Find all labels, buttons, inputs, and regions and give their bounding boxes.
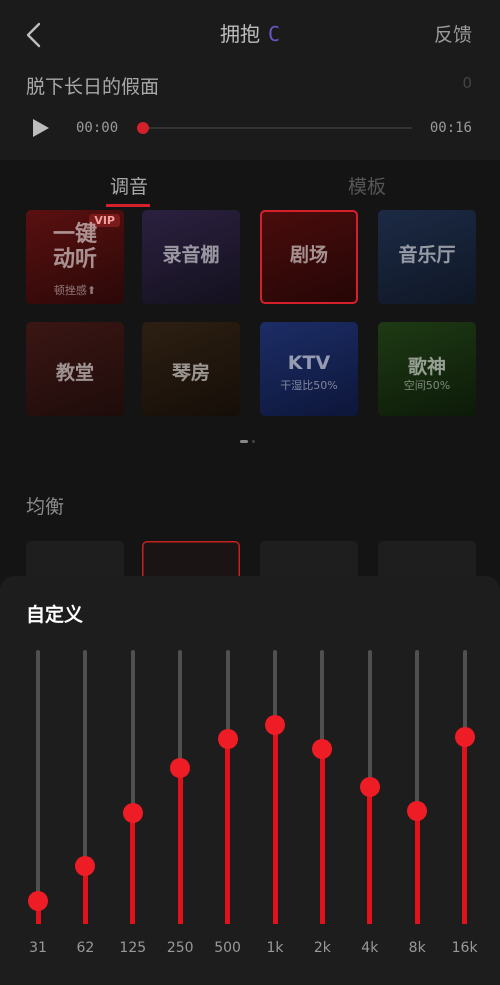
- eq-band-label: 62: [76, 940, 95, 956]
- player-header: 拥抱 C 反馈 脱下长日的假面 0 00:00 00:16: [0, 0, 500, 160]
- title-accent: C: [267, 22, 281, 46]
- effect-label: 音乐厅: [398, 244, 456, 266]
- effect-tile-one-key[interactable]: VIP 一键动听 顿挫感⬆: [26, 210, 124, 304]
- effect-label: 剧场: [289, 244, 328, 266]
- eq-preset[interactable]: [378, 541, 476, 581]
- eq-band-label: 125: [119, 940, 147, 956]
- sheet-title: 自定义: [26, 604, 84, 626]
- eq-slider-knob[interactable]: [407, 800, 428, 821]
- eq-band-label: 2k: [313, 940, 331, 956]
- eq-slider-knob[interactable]: [265, 715, 285, 736]
- eq-slider-knob[interactable]: [359, 777, 380, 797]
- effect-label: 教堂: [55, 362, 94, 384]
- effect-label: 一键动听: [52, 222, 97, 272]
- effect-sublabel: 干湿比50%: [280, 379, 338, 392]
- custom-eq-sheet: 自定义 31 62 125 250 500 1k 2k 4k 8k 16k: [0, 576, 500, 985]
- eq-slider-knob[interactable]: [170, 757, 191, 778]
- current-time: 00:00: [76, 120, 119, 136]
- effect-tile-piano-room[interactable]: 琴房: [142, 322, 240, 416]
- eq-band-label: 1k: [266, 940, 284, 956]
- effect-sublabel: 顿挫感⬆: [53, 284, 97, 297]
- eq-slider-knob[interactable]: [28, 891, 48, 912]
- eq-slider-track[interactable]: [36, 650, 40, 924]
- tab-template[interactable]: 模板: [348, 172, 386, 199]
- eq-slider-knob[interactable]: [454, 727, 475, 748]
- effect-tile-church[interactable]: 教堂: [26, 322, 124, 416]
- eq-preset[interactable]: [26, 541, 124, 581]
- active-tab-indicator: [106, 204, 150, 207]
- song-counter: 0: [462, 74, 472, 92]
- song-title: 拥抱: [219, 22, 260, 46]
- effect-tile-singer[interactable]: 歌神 空间50%: [378, 322, 476, 416]
- eq-slider-fill: [367, 787, 373, 924]
- eq-slider-fill: [177, 767, 183, 924]
- feedback-button[interactable]: 反馈: [434, 20, 472, 47]
- effect-sublabel: 空间50%: [403, 379, 451, 392]
- tab-bar: 调音 模板: [0, 160, 500, 208]
- effect-label: 琴房: [171, 362, 210, 384]
- eq-slider-knob[interactable]: [122, 803, 143, 824]
- effect-tile-concert-hall[interactable]: 音乐厅: [378, 210, 476, 304]
- progress-knob[interactable]: [137, 122, 149, 134]
- page-dot: [252, 440, 255, 443]
- effect-label: 歌神: [407, 356, 446, 378]
- eq-preset-selected[interactable]: [142, 541, 240, 581]
- eq-slider-knob[interactable]: [75, 855, 96, 876]
- eq-slider-fill: [462, 737, 468, 924]
- eq-band-label: 31: [29, 940, 47, 956]
- effect-label: 录音棚: [162, 244, 220, 266]
- eq-slider-fill: [272, 725, 278, 924]
- effect-tile-theater[interactable]: 剧场: [260, 210, 358, 304]
- equalizer-label: 均衡: [26, 496, 65, 518]
- page-title: 拥抱 C: [0, 18, 500, 47]
- effect-label: KTV: [287, 352, 331, 374]
- eq-slider-knob[interactable]: [312, 738, 333, 759]
- eq-slider-fill: [414, 810, 420, 924]
- eq-band-label: 8k: [408, 940, 426, 956]
- effect-tile-studio[interactable]: 录音棚: [142, 210, 240, 304]
- progress-track[interactable]: [142, 127, 412, 129]
- eq-slider-fill: [130, 813, 136, 924]
- eq-slider-knob[interactable]: [217, 729, 238, 750]
- eq-preset[interactable]: [260, 541, 358, 581]
- play-icon[interactable]: [32, 118, 50, 138]
- eq-slider-fill: [319, 748, 325, 924]
- eq-band-label: 250: [166, 940, 194, 956]
- total-time: 00:16: [429, 120, 472, 136]
- eq-band-label: 4k: [361, 940, 379, 956]
- page-dot-active: [240, 440, 248, 443]
- eq-band-label: 500: [214, 940, 241, 956]
- eq-slider-fill: [225, 739, 231, 924]
- effect-tile-ktv[interactable]: KTV 干湿比50%: [260, 322, 358, 416]
- tab-tune[interactable]: 调音: [110, 172, 148, 199]
- song-name: 脱下长日的假面: [26, 76, 160, 98]
- eq-band-label: 16k: [451, 940, 478, 956]
